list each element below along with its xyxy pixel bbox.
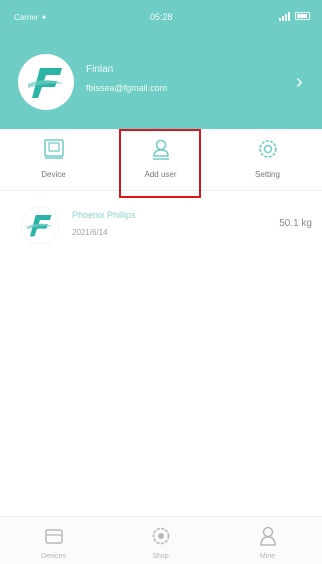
person-icon	[259, 526, 276, 546]
setting-button[interactable]: Setting	[214, 129, 321, 191]
battery-icon	[295, 12, 310, 20]
tab-mine-label: Mine	[259, 553, 276, 560]
user-name: Phoenix Phillips	[72, 210, 136, 220]
avatar[interactable]	[18, 54, 74, 110]
tab-devices[interactable]: Devices	[0, 517, 107, 564]
user-weight: 50.1 kg	[279, 218, 312, 229]
highlight-box	[119, 129, 201, 198]
tab-shop[interactable]: Shop	[107, 517, 214, 564]
status-time: 05:28	[150, 12, 173, 22]
profile-header: Carrier ✦ 05:28 Finlan fbissea@fgmail.co…	[0, 0, 322, 129]
status-icons	[279, 11, 310, 21]
tab-shop-label: Shop	[152, 553, 169, 560]
setting-label: Setting	[255, 170, 280, 179]
status-carrier: Carrier ✦	[14, 13, 48, 22]
user-avatar[interactable]	[20, 205, 60, 245]
tab-bar: Devices Shop Mine	[0, 516, 322, 564]
app-logo-icon	[21, 206, 59, 244]
profile-name: Finlan	[86, 64, 114, 75]
scale-icon	[44, 529, 63, 544]
device-box-icon	[43, 139, 64, 159]
gear-icon	[258, 140, 277, 158]
device-label: Device	[41, 170, 66, 179]
status-bar: Carrier ✦ 05:28	[0, 0, 322, 34]
tab-devices-label: Devices	[41, 553, 66, 560]
app-logo-icon	[20, 56, 72, 108]
profile-email: fbissea@fgmail.com	[86, 83, 168, 93]
tab-mine[interactable]: Mine	[214, 517, 321, 564]
user-date: 2021/6/14	[72, 228, 108, 237]
gear-icon	[152, 527, 169, 545]
device-button[interactable]: Device	[0, 129, 107, 191]
chevron-right-icon[interactable]: ›	[296, 72, 303, 92]
user-list-item[interactable]: Phoenix Phillips 2021/6/14 50.1 kg	[0, 196, 322, 250]
profile-row[interactable]: Finlan fbissea@fgmail.com ›	[0, 46, 322, 120]
signal-icon	[279, 11, 290, 21]
